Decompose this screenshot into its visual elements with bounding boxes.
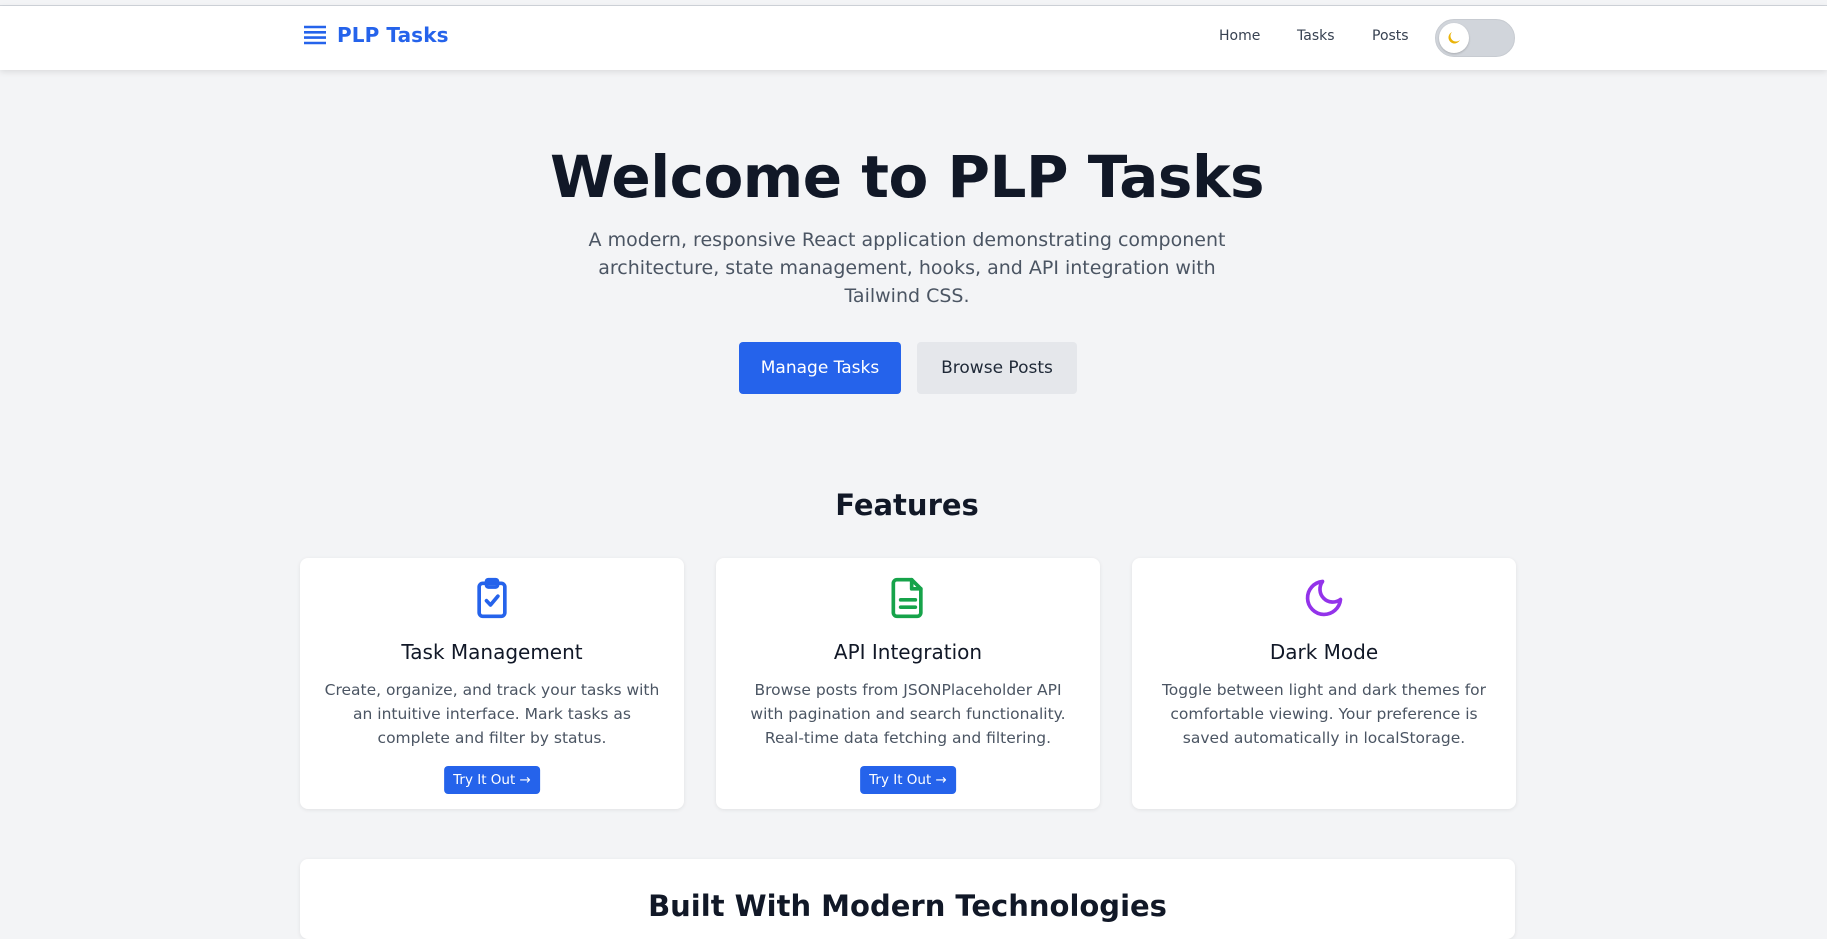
manage-tasks-button[interactable]: Manage Tasks <box>739 342 901 394</box>
hero-title: Welcome to PLP Tasks <box>549 143 1265 211</box>
nav-link-home[interactable]: Home <box>1219 28 1260 44</box>
card-description: Toggle between light and dark themes for… <box>1161 681 1487 747</box>
navbar: PLP Tasks Home Tasks Posts <box>0 6 1827 70</box>
clipboard-check-icon <box>477 577 507 619</box>
try-it-out-button-tasks[interactable]: Try It Out → <box>444 766 540 794</box>
feature-card-task-management: Task Management Create, organize, and tr… <box>300 558 684 809</box>
nav-link-tasks[interactable]: Tasks <box>1297 28 1335 44</box>
toggle-knob <box>1439 23 1469 53</box>
brand-link[interactable]: PLP Tasks <box>303 23 449 47</box>
nav-link-posts[interactable]: Posts <box>1372 28 1409 44</box>
browse-posts-button[interactable]: Browse Posts <box>917 342 1077 394</box>
tech-heading: Built With Modern Technologies <box>648 889 1167 923</box>
try-it-out-button-posts[interactable]: Try It Out → <box>860 766 956 794</box>
hero-subtitle: A modern, responsive React application d… <box>588 229 1226 307</box>
card-description: Create, organize, and track your tasks w… <box>324 681 660 747</box>
menu-icon <box>304 25 326 45</box>
theme-toggle[interactable] <box>1435 19 1515 57</box>
brand-name: PLP Tasks <box>337 23 449 47</box>
card-description: Browse posts from JSONPlaceholder API wi… <box>750 681 1066 747</box>
moon-icon <box>1448 32 1460 44</box>
tech-section: Built With Modern Technologies <box>300 859 1515 939</box>
feature-card-api-integration: API Integration Browse posts from JSONPl… <box>716 558 1100 809</box>
document-icon <box>891 577 923 619</box>
moon-icon <box>1305 579 1343 617</box>
card-title: Dark Mode <box>1269 640 1379 664</box>
feature-card-dark-mode: Dark Mode Toggle between light and dark … <box>1132 558 1516 809</box>
card-title: Task Management <box>401 640 583 664</box>
features-heading: Features <box>835 488 979 522</box>
card-title: API Integration <box>833 640 983 664</box>
